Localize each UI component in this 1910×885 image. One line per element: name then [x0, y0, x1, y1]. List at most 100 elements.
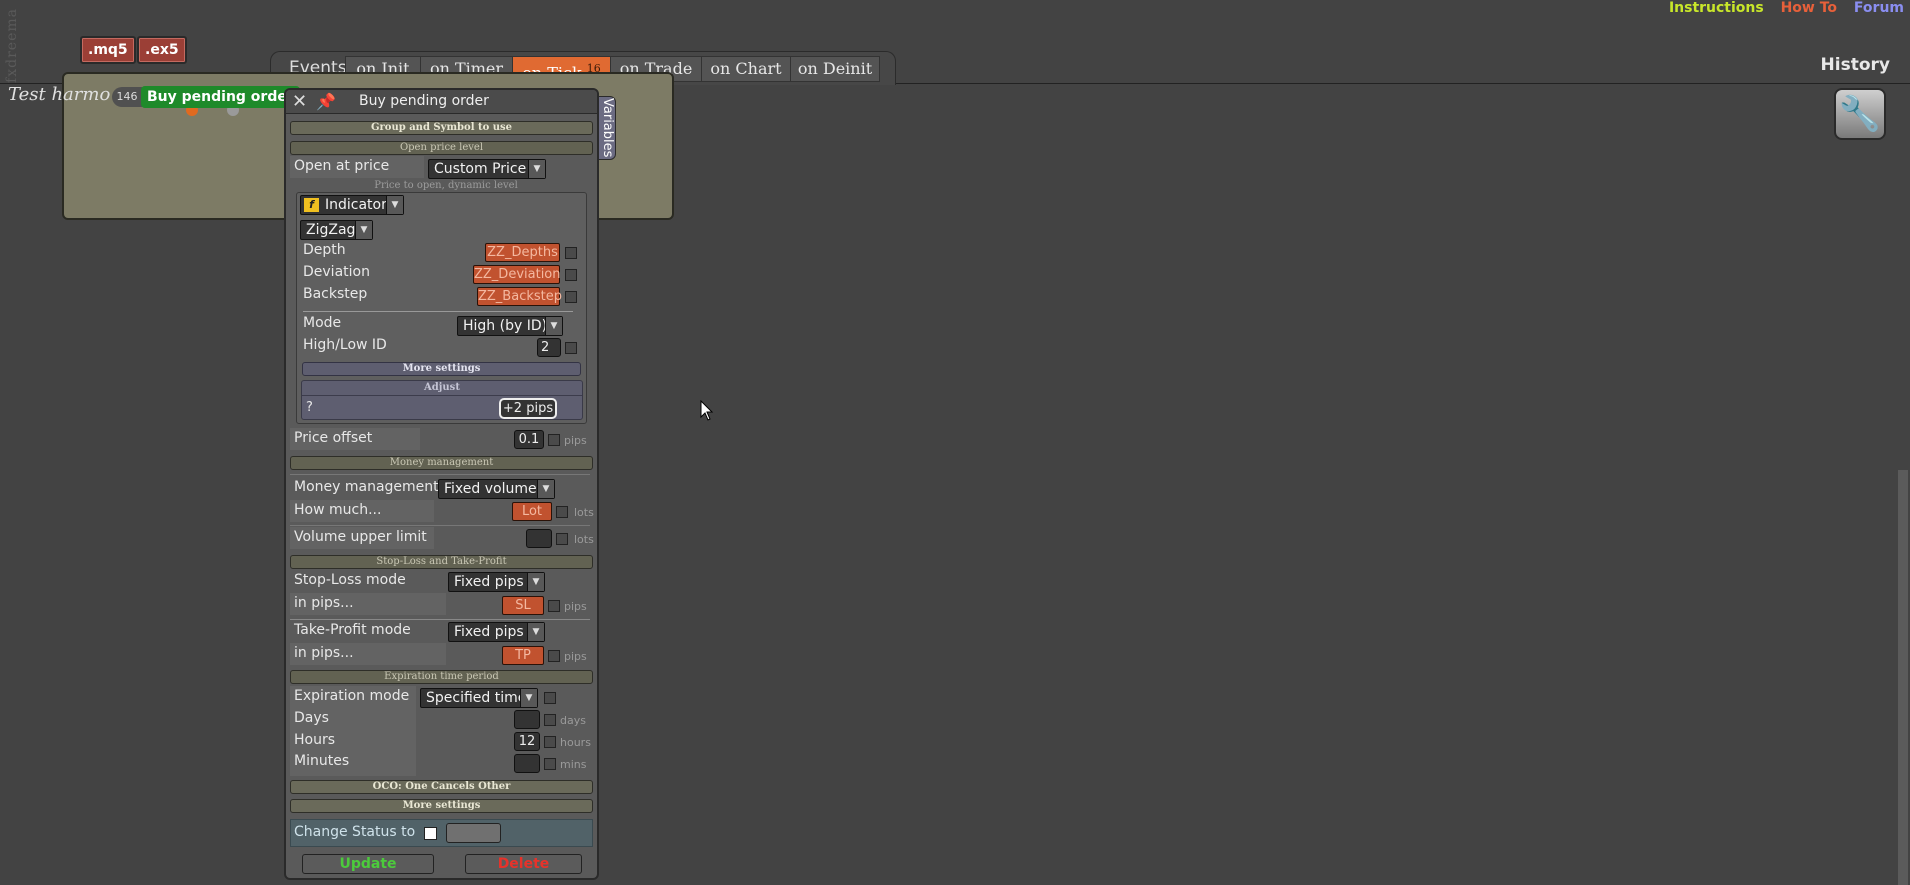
expiration-mode-label: Expiration mode: [294, 688, 410, 704]
indicator-more-settings[interactable]: More settings: [302, 362, 581, 376]
panel-titlebar: ✕ 📌 Buy pending order: [286, 90, 597, 114]
variables-tab[interactable]: Variables: [598, 96, 616, 160]
expiration-mode-value: Specified time: [426, 690, 527, 706]
days-label: Days: [294, 710, 329, 726]
top-links: Instructions How To Forum: [1657, 0, 1904, 16]
how-to-link[interactable]: How To: [1781, 0, 1837, 16]
section-expiration: Expiration time period: [290, 670, 593, 684]
sl-unit: pips: [564, 600, 587, 613]
indicator-name-value: ZigZag: [306, 222, 356, 238]
how-much-unit: lots: [574, 506, 594, 519]
price-offset-checkbox[interactable]: [548, 434, 560, 446]
money-management-label: Money management: [294, 479, 439, 495]
depth-checkbox[interactable]: [565, 247, 577, 259]
section-sl-tp: Stop-Loss and Take-Profit: [290, 555, 593, 569]
how-much-checkbox[interactable]: [556, 506, 568, 518]
high-low-id-label: High/Low ID: [303, 337, 387, 353]
tab-on-chart[interactable]: on Chart: [701, 56, 791, 82]
chevron-down-icon: ▼: [527, 573, 544, 591]
open-at-price-label: Open at price: [294, 158, 390, 174]
backstep-field[interactable]: ZZ_Backstep: [477, 287, 562, 306]
expiration-mode-checkbox[interactable]: [544, 692, 556, 704]
money-management-value: Fixed volume: [444, 481, 537, 497]
sl-checkbox[interactable]: [548, 600, 560, 612]
backstep-checkbox[interactable]: [565, 291, 577, 303]
open-at-price-select[interactable]: Custom Price ▼: [428, 159, 546, 179]
high-low-id-checkbox[interactable]: [565, 342, 577, 354]
change-status-field[interactable]: [446, 823, 501, 843]
expiration-mode-select[interactable]: Specified time ▼: [420, 688, 538, 708]
minutes-field[interactable]: [514, 754, 540, 773]
mq5-button[interactable]: .mq5: [80, 36, 136, 64]
brand-logo: fxdreema: [4, 8, 20, 83]
how-much-field[interactable]: Lot: [512, 502, 552, 521]
chevron-down-icon: ▼: [528, 160, 545, 178]
block-buy-pending-order[interactable]: Buy pending order: [141, 86, 300, 108]
wrench-icon[interactable]: 🔧: [1834, 88, 1886, 140]
take-profit-mode-value: Fixed pips: [454, 624, 524, 640]
sl-in-pips-label: in pips...: [294, 595, 354, 611]
stop-loss-mode-value: Fixed pips: [454, 574, 524, 590]
depth-field[interactable]: ZZ_Depths: [485, 243, 560, 262]
section-money-management: Money management: [290, 456, 593, 470]
tp-unit: pips: [564, 650, 587, 663]
section-oco[interactable]: OCO: One Cancels Other: [290, 780, 593, 794]
price-offset-field[interactable]: 0.1: [514, 430, 544, 449]
hours-unit: hours: [560, 736, 591, 749]
delete-button[interactable]: Delete: [465, 854, 582, 874]
sl-field[interactable]: SL: [502, 596, 544, 615]
indicator-type-value: Indicator: [325, 197, 387, 213]
indicator-name-select[interactable]: ZigZag ▼: [300, 220, 373, 240]
chevron-down-icon: ▼: [545, 317, 562, 335]
tab-on-deinit[interactable]: on Deinit: [790, 56, 880, 82]
minutes-checkbox[interactable]: [544, 758, 556, 770]
deviation-field[interactable]: ZZ_Deviation: [473, 265, 561, 284]
hours-checkbox[interactable]: [544, 736, 556, 748]
close-icon[interactable]: ✕: [292, 91, 307, 112]
take-profit-mode-select[interactable]: Fixed pips ▼: [448, 622, 545, 642]
money-management-select[interactable]: Fixed volume ▼: [438, 479, 555, 499]
divider: [303, 311, 573, 312]
adjust-pips-field[interactable]: +2 pips: [499, 398, 557, 419]
tp-checkbox[interactable]: [548, 650, 560, 662]
hours-label: Hours: [294, 732, 336, 748]
section-group-symbol[interactable]: Group and Symbol to use: [290, 121, 593, 135]
panel-title: Buy pending order: [359, 93, 489, 109]
scrollbar[interactable]: [1898, 470, 1908, 885]
history-link[interactable]: History: [1821, 55, 1890, 75]
days-checkbox[interactable]: [544, 714, 556, 726]
mode-label: Mode: [303, 315, 342, 331]
ex5-button[interactable]: .ex5: [137, 36, 187, 64]
high-low-id-field[interactable]: 2: [537, 338, 561, 357]
price-offset-unit: pips: [564, 434, 587, 447]
stop-loss-mode-select[interactable]: Fixed pips ▼: [448, 572, 545, 592]
update-button[interactable]: Update: [302, 854, 434, 874]
deviation-label: Deviation: [303, 264, 370, 280]
chevron-down-icon: ▼: [355, 221, 372, 239]
tp-in-pips-label: in pips...: [294, 645, 354, 661]
chevron-down-icon: ▼: [386, 196, 403, 214]
mode-value: High (by ID): [463, 318, 548, 334]
deviation-checkbox[interactable]: [565, 269, 577, 281]
adjust-label: ?: [306, 400, 313, 415]
project-title: Test harmo: [8, 84, 111, 105]
price-offset-label: Price offset: [294, 430, 373, 446]
pin-icon[interactable]: 📌: [316, 92, 336, 111]
volume-upper-limit-field[interactable]: [526, 529, 552, 548]
section-more-settings[interactable]: More settings: [290, 799, 593, 813]
forum-link[interactable]: Forum: [1854, 0, 1904, 16]
volume-upper-limit-checkbox[interactable]: [556, 533, 568, 545]
change-status-checkbox[interactable]: [424, 827, 437, 840]
minutes-unit: mins: [560, 758, 587, 771]
days-field[interactable]: [514, 710, 540, 729]
instructions-link[interactable]: Instructions: [1669, 0, 1764, 16]
hours-field[interactable]: 12: [514, 732, 540, 751]
days-unit: days: [560, 714, 586, 727]
change-status-label: Change Status to: [294, 824, 416, 840]
indicator-type-select[interactable]: f Indicator ▼: [300, 195, 404, 215]
how-much-label: How much...: [294, 502, 382, 518]
tp-field[interactable]: TP: [502, 646, 544, 665]
price-to-open-hint: Price to open, dynamic level: [374, 180, 518, 191]
stop-loss-mode-label: Stop-Loss mode: [294, 572, 406, 588]
mode-select[interactable]: High (by ID) ▼: [457, 316, 563, 336]
